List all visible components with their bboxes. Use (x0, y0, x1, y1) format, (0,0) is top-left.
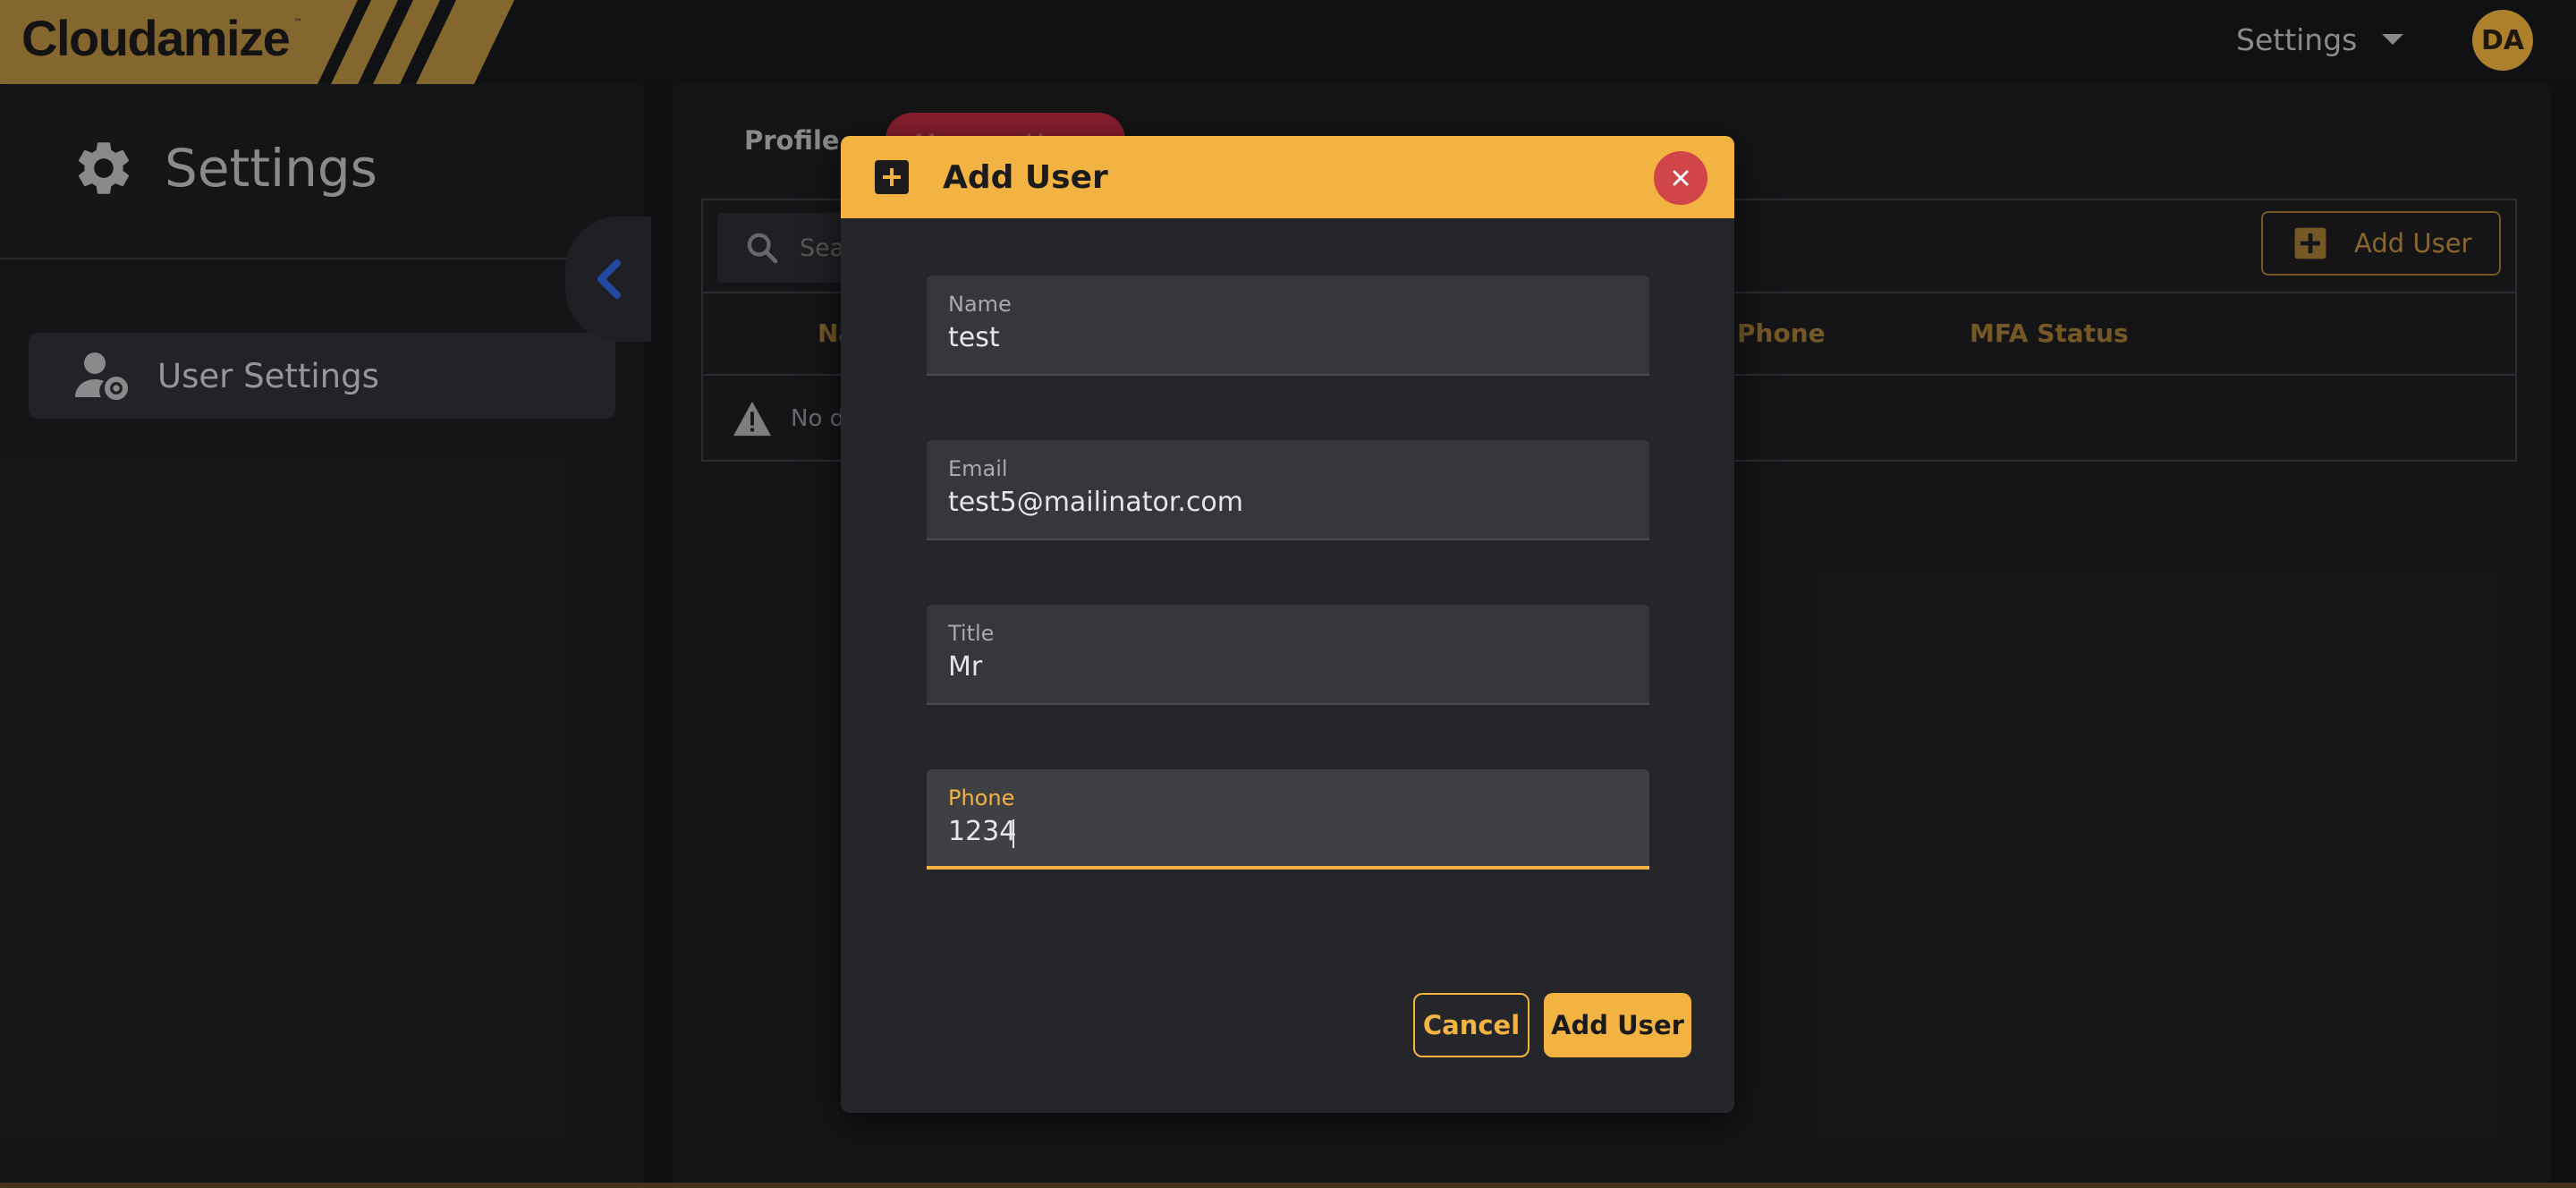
phone-field[interactable]: Phone (927, 769, 1649, 870)
title-field[interactable]: Title (927, 605, 1649, 705)
close-icon (1673, 170, 1689, 186)
name-input[interactable] (948, 322, 1628, 353)
email-input[interactable] (948, 487, 1628, 518)
cancel-button[interactable]: Cancel (1413, 993, 1530, 1057)
email-field[interactable]: Email (927, 440, 1649, 540)
text-cursor (1013, 819, 1014, 848)
add-user-dialog: Add User Name Email Title Phone Cancel A… (841, 136, 1734, 1113)
email-field-label: Email (948, 456, 1008, 481)
dialog-title: Add User (943, 158, 1108, 196)
submit-add-user-button[interactable]: Add User (1544, 993, 1691, 1057)
phone-field-label: Phone (948, 785, 1015, 810)
phone-input[interactable] (948, 816, 1628, 847)
close-button[interactable] (1654, 151, 1707, 205)
name-field[interactable]: Name (927, 276, 1649, 376)
title-field-label: Title (948, 621, 995, 646)
title-input[interactable] (948, 651, 1628, 683)
add-box-icon (875, 160, 909, 194)
dialog-header: Add User (841, 136, 1734, 218)
name-field-label: Name (948, 292, 1012, 317)
